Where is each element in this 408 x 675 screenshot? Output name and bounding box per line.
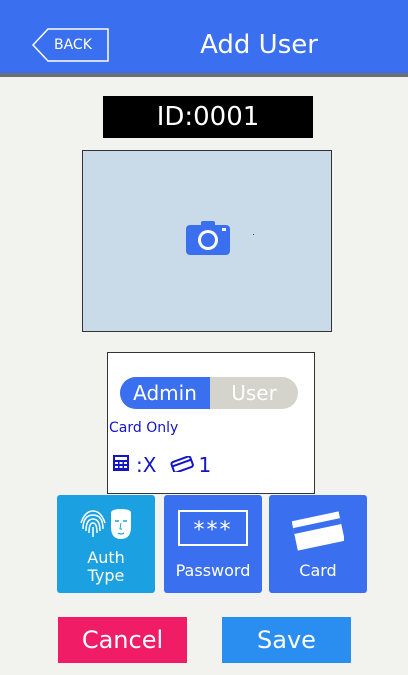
photo-area[interactable] xyxy=(82,150,332,332)
auth-type-label: Auth Type xyxy=(87,549,125,585)
save-button[interactable]: Save xyxy=(222,617,351,663)
photo-dot xyxy=(253,234,254,235)
card-label: Card xyxy=(299,561,337,580)
card-count: 1 xyxy=(198,453,212,477)
password-button[interactable]: *** Password xyxy=(164,495,262,593)
role-user-option[interactable]: User xyxy=(210,377,298,409)
role-admin-option[interactable]: Admin xyxy=(120,377,210,409)
cancel-button[interactable]: Cancel xyxy=(58,617,187,663)
user-id-display: ID:0001 xyxy=(103,96,313,138)
page-title: Add User xyxy=(200,30,318,60)
password-label: Password xyxy=(175,561,251,580)
fingerprint-face-icon xyxy=(79,509,133,545)
card-icon xyxy=(170,453,195,477)
card-button[interactable]: Card xyxy=(269,495,367,593)
password-icon: *** xyxy=(178,510,248,550)
card-icon xyxy=(291,508,345,556)
camera-icon[interactable] xyxy=(186,221,230,259)
auth-mode-text: Card Only xyxy=(109,420,179,436)
role-toggle[interactable]: Admin User xyxy=(120,377,298,409)
svg-text:***: *** xyxy=(194,518,233,543)
keypad-icon xyxy=(112,453,130,477)
credential-counts: :X 1 xyxy=(112,453,225,477)
password-count: :X xyxy=(136,453,157,477)
header-bar: BACK Add User xyxy=(0,0,408,77)
user-info-panel: Admin User Card Only :X 1 xyxy=(107,352,315,494)
auth-type-button[interactable]: Auth Type xyxy=(57,495,155,593)
